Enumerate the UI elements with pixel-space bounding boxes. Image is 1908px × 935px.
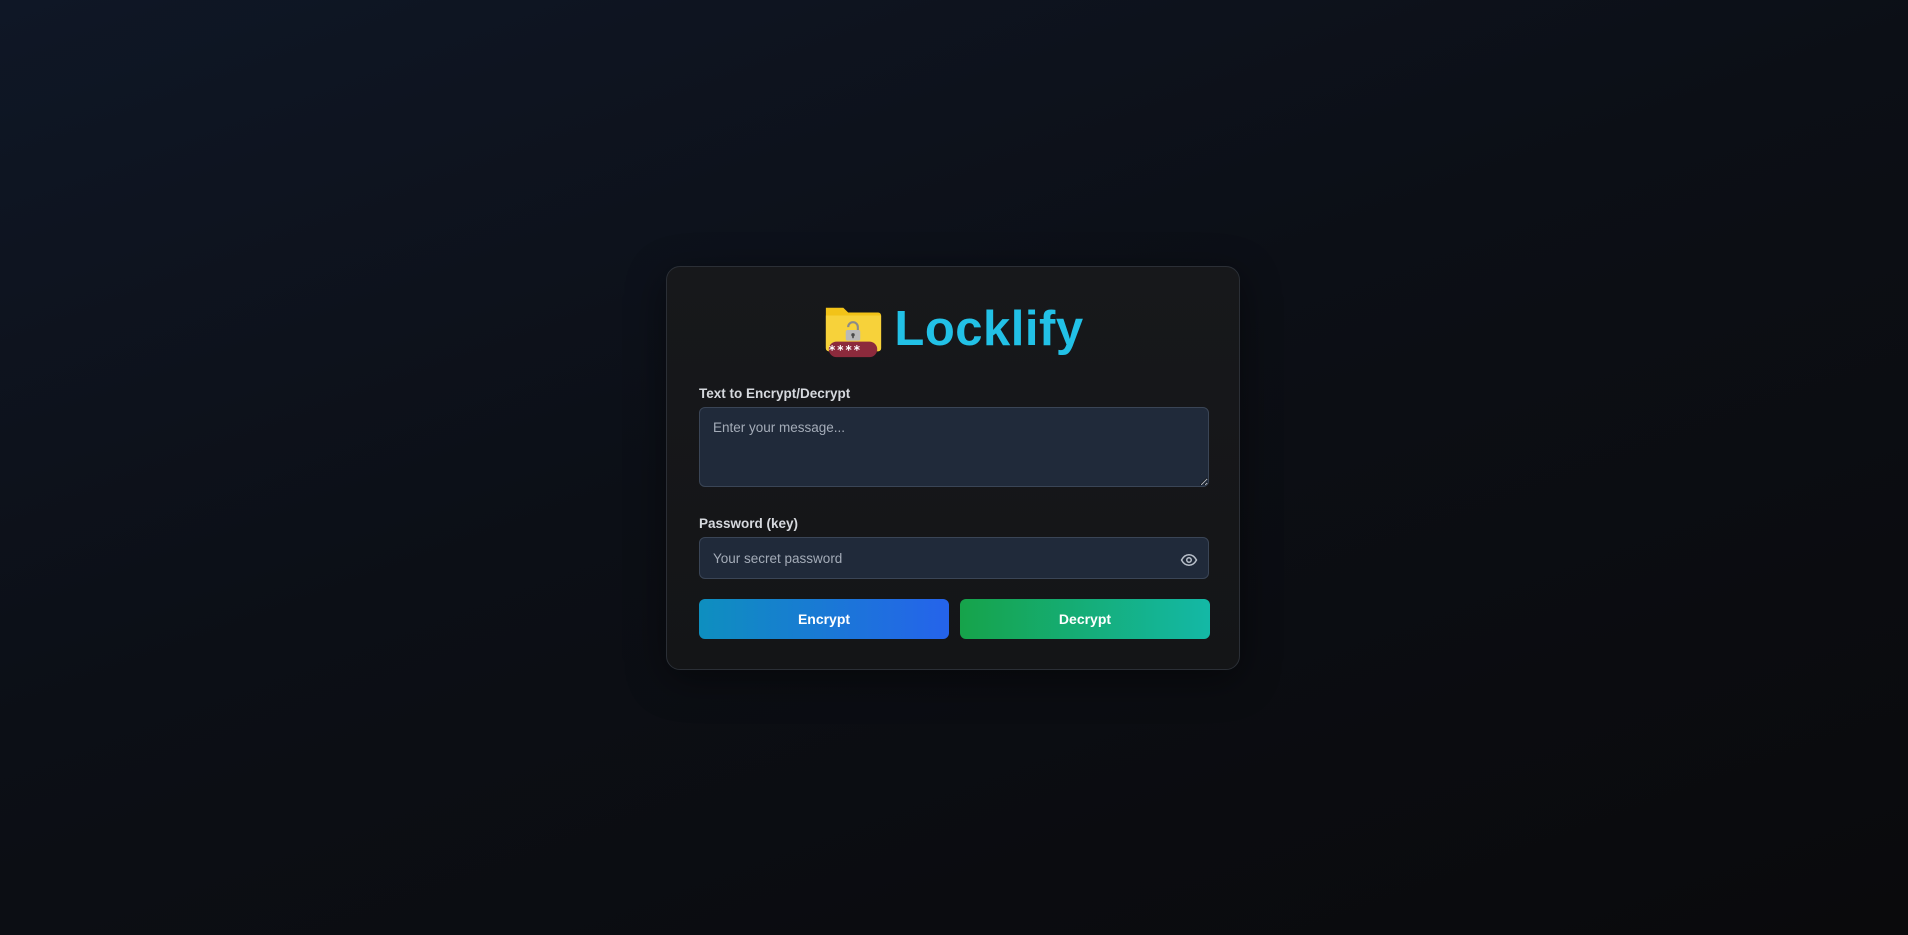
brand-header: **** Locklify	[667, 298, 1239, 360]
toggle-password-visibility-button[interactable]	[1179, 550, 1199, 570]
password-field-wrapper	[699, 537, 1209, 579]
password-label: Password (key)	[699, 516, 799, 531]
encrypt-button[interactable]: Encrypt	[699, 599, 949, 639]
logo-badge-text: ****	[828, 343, 862, 357]
app-title: Locklify	[894, 301, 1084, 356]
password-input[interactable]	[699, 537, 1209, 579]
message-label: Text to Encrypt/Decrypt	[699, 386, 851, 401]
decrypt-button[interactable]: Decrypt	[960, 599, 1210, 639]
locklify-card: **** Locklify Text to Encrypt/Decrypt Pa…	[666, 266, 1240, 670]
eye-icon	[1180, 554, 1198, 566]
message-textarea[interactable]	[699, 407, 1209, 487]
